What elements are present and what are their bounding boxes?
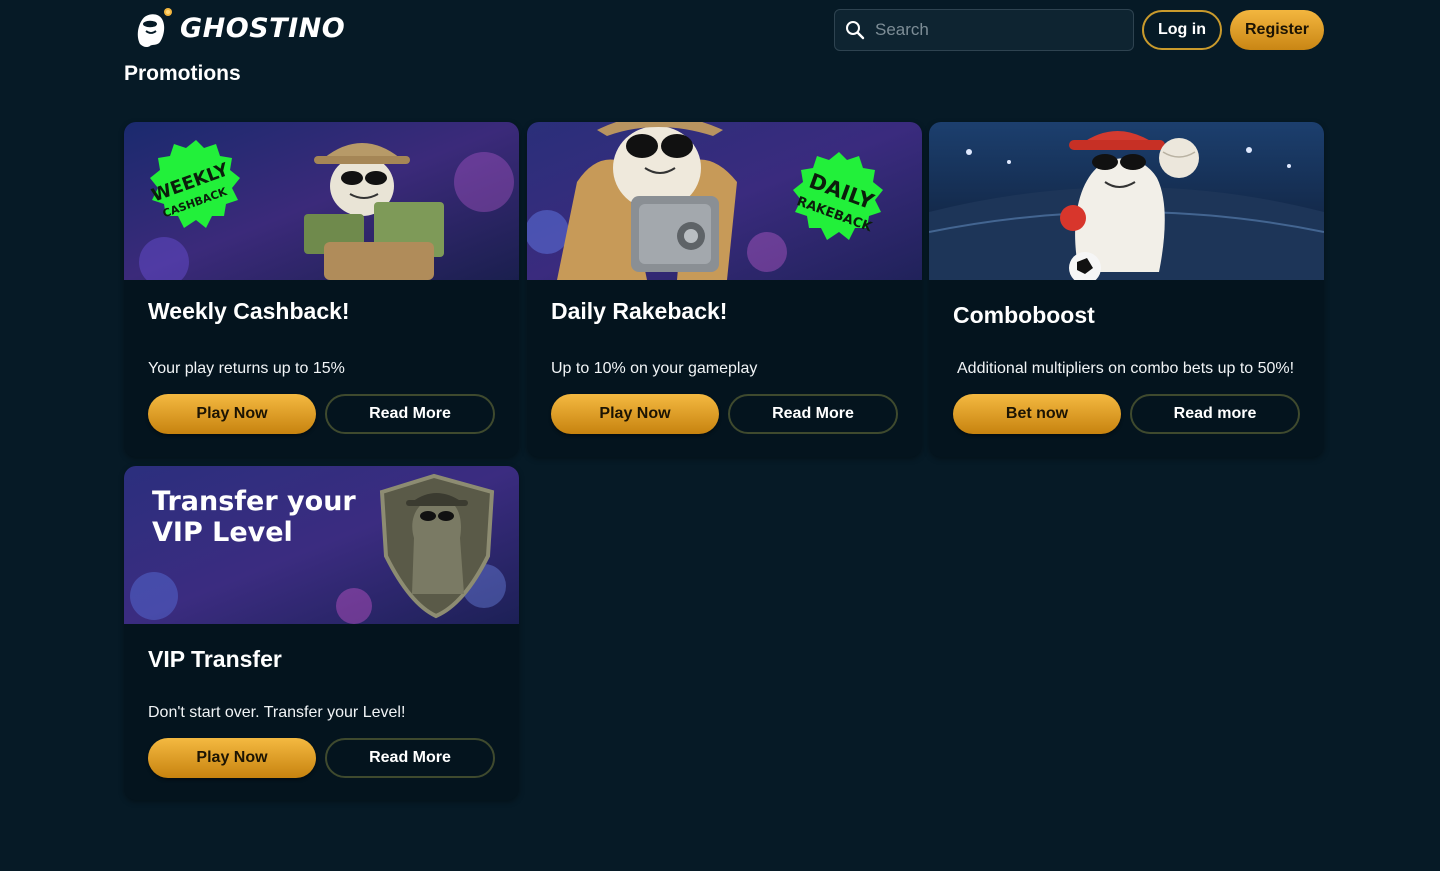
- brand-name: GHOSTINO: [180, 12, 346, 44]
- weekly-cashback-artwork: WEEKLY CASHBACK: [124, 122, 519, 280]
- promo-description: Additional multipliers on combo bets up …: [957, 360, 1295, 377]
- comboboost-banner[interactable]: [929, 122, 1324, 280]
- weekly-cashback-banner[interactable]: WEEKLY CASHBACK: [124, 122, 519, 280]
- promo-card-comboboost: Comboboost Additional multipliers on com…: [929, 122, 1324, 457]
- promo-card-weekly-cashback: WEEKLY CASHBACK Weekly Cashback! Your pl…: [124, 122, 519, 457]
- read-more-button[interactable]: Read More: [728, 394, 898, 434]
- read-more-button[interactable]: Read More: [325, 394, 495, 434]
- ghost-logo-icon: [137, 8, 172, 48]
- daily-rakeback-artwork: DAILY RAKEBACK: [527, 122, 922, 280]
- page-title: Promotions: [124, 62, 241, 85]
- register-button[interactable]: Register: [1230, 10, 1324, 50]
- play-now-button[interactable]: Play Now: [148, 738, 316, 778]
- vip-transfer-banner[interactable]: Transfer your VIP Level: [124, 466, 519, 624]
- vip-transfer-artwork: Transfer your VIP Level: [124, 466, 519, 624]
- promo-title: Daily Rakeback!: [551, 298, 728, 324]
- search-input[interactable]: [875, 20, 1115, 40]
- promo-card-vip-transfer: Transfer your VIP Level VIP Transfer Don…: [124, 466, 519, 800]
- promo-title: Weekly Cashback!: [148, 298, 350, 324]
- comboboost-artwork: [929, 122, 1324, 280]
- play-now-button[interactable]: Play Now: [148, 394, 316, 434]
- read-more-button[interactable]: Read more: [1130, 394, 1300, 434]
- search-icon: [846, 21, 865, 40]
- promo-description: Your play returns up to 15%: [148, 360, 345, 377]
- promo-description: Don't start over. Transfer your Level!: [148, 704, 406, 721]
- bet-now-button[interactable]: Bet now: [953, 394, 1121, 434]
- banner-line2: VIP Level: [152, 517, 293, 548]
- banner-line1: Transfer your: [152, 486, 356, 517]
- play-now-button[interactable]: Play Now: [551, 394, 719, 434]
- search-box[interactable]: [834, 9, 1134, 51]
- promo-card-daily-rakeback: DAILY RAKEBACK Daily Rakeback! Up to 10%…: [527, 122, 922, 457]
- login-button[interactable]: Log in: [1142, 10, 1222, 50]
- ghostino-logo[interactable]: GHOSTINO: [130, 6, 345, 50]
- promo-title: Comboboost: [953, 302, 1095, 328]
- read-more-button[interactable]: Read More: [325, 738, 495, 778]
- promo-title: VIP Transfer: [148, 646, 282, 672]
- daily-rakeback-banner[interactable]: DAILY RAKEBACK: [527, 122, 922, 280]
- site-header: GHOSTINO Log in Register: [0, 0, 1440, 60]
- promo-description: Up to 10% on your gameplay: [551, 360, 758, 377]
